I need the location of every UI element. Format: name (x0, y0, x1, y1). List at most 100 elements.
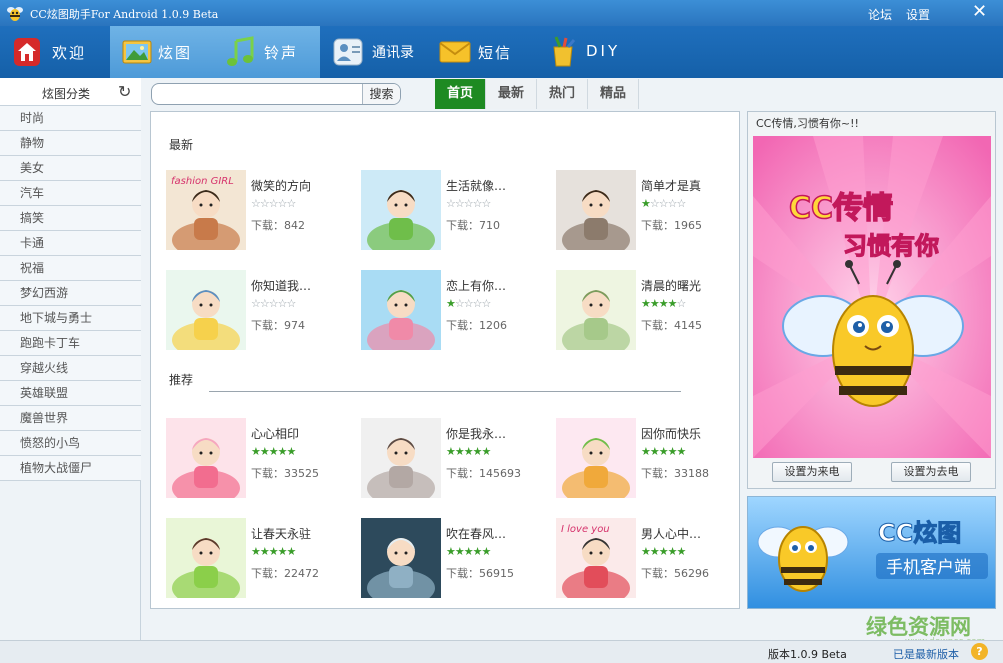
wallpaper-thumbnail[interactable] (556, 170, 636, 250)
wallpaper-name[interactable]: 简单才是真 (641, 177, 741, 194)
preview-panel: CC传情,习惯有你~!! CC传情 习惯有你 设置为来电 设置为去电 (747, 111, 996, 489)
forum-link[interactable]: 论坛 (868, 6, 892, 23)
download-number: 974 (284, 319, 305, 332)
sidebar-item-category[interactable]: 时尚 (0, 106, 141, 131)
search-input[interactable] (158, 86, 358, 102)
tab-home[interactable]: 首页 (435, 79, 486, 109)
nav-contacts[interactable]: 通讯录 (326, 26, 426, 78)
wallpaper-name[interactable]: 恋上有你… (446, 277, 546, 294)
search-button[interactable]: 搜索 (362, 84, 400, 104)
wallpaper-name[interactable]: 生活就像… (446, 177, 546, 194)
sidebar-item-category[interactable]: 汽车 (0, 181, 141, 206)
wallpaper-item[interactable]: 恋上有你… ★☆☆☆☆ 下载：1206 (361, 270, 546, 352)
set-incoming-button[interactable]: 设置为来电 (772, 462, 852, 482)
contacts-icon (333, 38, 363, 66)
wallpaper-name[interactable]: 因你而快乐 (641, 425, 741, 442)
preview-art-line1: CC传情 (789, 191, 893, 226)
sidebar-item-category[interactable]: 美女 (0, 156, 141, 181)
sidebar-item-category[interactable]: 梦幻西游 (0, 281, 141, 306)
tab-latest[interactable]: 最新 (486, 79, 537, 109)
nav-ringtone[interactable]: 铃声 (210, 26, 320, 78)
download-number: 842 (284, 219, 305, 232)
wallpaper-item[interactable]: 生活就像… ☆☆☆☆☆ 下载：710 (361, 170, 546, 252)
star-icon: ☆ (481, 297, 492, 310)
wallpaper-thumbnail[interactable] (166, 270, 246, 350)
nav-xuantu[interactable]: 炫图 (110, 26, 210, 78)
wallpaper-thumbnail[interactable] (166, 518, 246, 598)
close-icon[interactable]: ✕ (972, 1, 987, 22)
wallpaper-item[interactable]: 因你而快乐 ★★★★★ 下载：33188 (556, 418, 741, 500)
wallpaper-thumbnail[interactable]: fashion GIRL (166, 170, 246, 250)
content-panel: 最新 推荐 fashion GIRL 微笑的方向 ☆☆☆☆☆ 下载：842 生活就像… ☆… (150, 111, 740, 609)
nav-sms-label: 短信 (478, 44, 513, 62)
star-icon: ★ (658, 297, 669, 310)
help-icon[interactable]: ? (971, 643, 988, 660)
download-number: 145693 (479, 467, 521, 480)
sidebar-item-category[interactable]: 愤怒的小鸟 (0, 431, 141, 456)
refresh-icon[interactable]: ↻ (118, 82, 131, 101)
set-outgoing-button[interactable]: 设置为去电 (891, 462, 971, 482)
wallpaper-thumbnail[interactable] (166, 418, 246, 498)
star-icon: ☆ (454, 297, 465, 310)
wallpaper-thumbnail[interactable] (361, 170, 441, 250)
settings-link[interactable]: 设置 (906, 6, 930, 23)
download-count: 下载：33525 (251, 465, 319, 481)
nav-sms[interactable]: 短信 (436, 26, 526, 78)
wallpaper-thumbnail[interactable] (361, 418, 441, 498)
sidebar-item-category[interactable]: 魔兽世界 (0, 406, 141, 431)
wallpaper-name[interactable]: 你是我永… (446, 425, 546, 442)
wallpaper-item[interactable]: 你是我永… ★★★★★ 下载：145693 (361, 418, 546, 500)
wallpaper-item[interactable]: 简单才是真 ★☆☆☆☆ 下载：1965 (556, 170, 741, 252)
wallpaper-name[interactable]: 清晨的曙光 (641, 277, 741, 294)
tab-hot[interactable]: 热门 (537, 79, 588, 109)
nav-diy[interactable]: DIY (540, 26, 640, 78)
wallpaper-name[interactable]: 你知道我… (251, 277, 351, 294)
wallpaper-item[interactable]: 让春天永驻 ★★★★★ 下载：22472 (166, 518, 351, 600)
wallpaper-item[interactable]: 你知道我… ☆☆☆☆☆ 下载：974 (166, 270, 351, 352)
sidebar-item-category[interactable]: 祝福 (0, 256, 141, 281)
sidebar-item-category[interactable]: 跑跑卡丁车 (0, 331, 141, 356)
paint-bucket-icon (553, 36, 576, 67)
wallpaper-item[interactable]: 心心相印 ★★★★★ 下载：33525 (166, 418, 351, 500)
download-number: 1206 (479, 319, 507, 332)
client-banner[interactable]: CC炫图 手机客户端 (747, 496, 996, 609)
download-number: 33188 (674, 467, 709, 480)
wallpaper-thumbnail[interactable] (361, 518, 441, 598)
wallpaper-item[interactable]: fashion GIRL 微笑的方向 ☆☆☆☆☆ 下载：842 (166, 170, 351, 252)
star-icon: ★ (446, 545, 456, 558)
wallpaper-name[interactable]: 吹在春风… (446, 525, 546, 542)
wallpaper-thumbnail[interactable]: I love you (556, 518, 636, 598)
wallpaper-item[interactable]: 清晨的曙光 ★★★★☆ 下载：4145 (556, 270, 741, 352)
wallpaper-item[interactable]: 吹在春风… ★★★★★ 下载：56915 (361, 518, 546, 600)
star-icon: ☆ (251, 197, 261, 210)
sidebar-item-category[interactable]: 搞笑 (0, 206, 141, 231)
rating-stars: ★★★★★ (251, 545, 296, 558)
wallpaper-name[interactable]: 微笑的方向 (251, 177, 351, 194)
download-prefix: 下载： (446, 567, 479, 580)
download-number: 56296 (674, 567, 709, 580)
tab-featured[interactable]: 精品 (588, 79, 639, 109)
preview-image: CC传情 习惯有你 (753, 136, 991, 458)
sidebar-item-category[interactable]: 卡通 (0, 231, 141, 256)
envelope-icon (439, 41, 471, 63)
wallpaper-name[interactable]: 让春天永驻 (251, 525, 351, 542)
rating-stars: ★★★★★ (446, 545, 491, 558)
sidebar-item-category[interactable]: 英雄联盟 (0, 381, 141, 406)
sidebar-item-category[interactable]: 植物大战僵尸 (0, 456, 141, 481)
wallpaper-item[interactable]: I love you 男人心中… ★★★★★ 下载：56296 (556, 518, 741, 600)
sidebar-item-category[interactable]: 穿越火线 (0, 356, 141, 381)
wallpaper-thumbnail[interactable] (556, 270, 636, 350)
nav-welcome[interactable]: 欢迎 (0, 26, 100, 78)
wallpaper-thumbnail[interactable] (361, 270, 441, 350)
star-icon: ★ (641, 197, 651, 210)
download-prefix: 下载： (641, 319, 674, 332)
sidebar-item-category[interactable]: 静物 (0, 131, 141, 156)
wallpaper-name[interactable]: 心心相印 (251, 425, 351, 442)
star-icon: ★ (472, 445, 483, 458)
wallpaper-name[interactable]: 男人心中… (641, 525, 741, 542)
star-icon: ☆ (251, 297, 261, 310)
wallpaper-thumbnail[interactable] (556, 418, 636, 498)
sidebar-item-category[interactable]: 地下城与勇士 (0, 306, 141, 331)
download-number: 4145 (674, 319, 702, 332)
rating-stars: ★★★★★ (641, 545, 686, 558)
